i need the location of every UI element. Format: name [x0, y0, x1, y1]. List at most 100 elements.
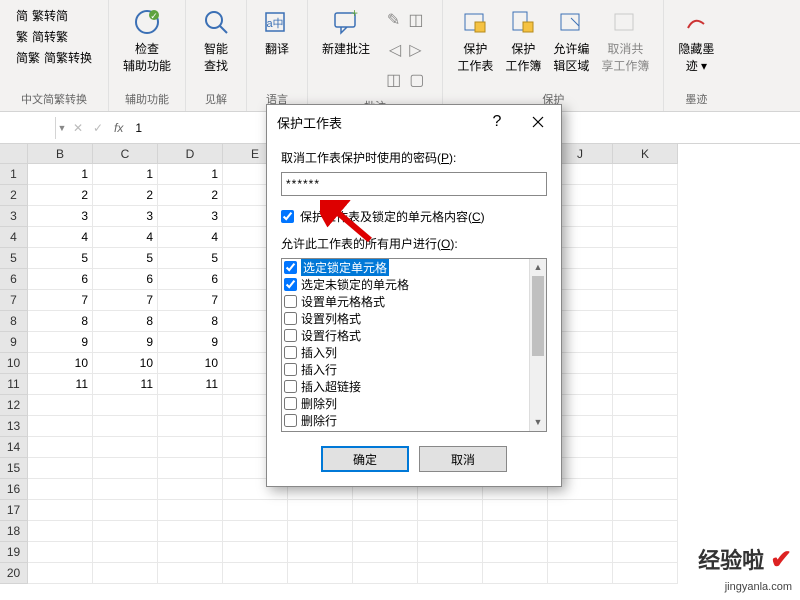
cell[interactable] [353, 563, 418, 584]
cell[interactable] [353, 542, 418, 563]
cmd-protect-sheet[interactable]: 保护工作表 [451, 4, 499, 76]
cell[interactable] [353, 521, 418, 542]
row-header[interactable]: 6 [0, 269, 27, 290]
cell[interactable] [613, 374, 678, 395]
permission-item[interactable]: 插入超链接 [282, 378, 529, 395]
cell[interactable] [613, 500, 678, 521]
cell[interactable] [613, 458, 678, 479]
permission-checkbox[interactable] [284, 414, 297, 427]
scroll-up-icon[interactable]: ▲ [530, 259, 546, 276]
cell[interactable]: 8 [158, 311, 223, 332]
row-header[interactable]: 9 [0, 332, 27, 353]
cell[interactable]: 10 [158, 353, 223, 374]
cell[interactable] [158, 500, 223, 521]
cmd-new-comment[interactable]: + 新建批注 [316, 4, 376, 59]
permission-checkbox[interactable] [284, 346, 297, 359]
row-header[interactable]: 14 [0, 437, 27, 458]
cancel-button[interactable]: 取消 [419, 446, 507, 472]
cell[interactable] [28, 458, 93, 479]
cell[interactable]: 2 [28, 185, 93, 206]
cell[interactable] [418, 542, 483, 563]
cell[interactable]: 5 [158, 248, 223, 269]
row-header[interactable]: 2 [0, 185, 27, 206]
cell[interactable] [613, 521, 678, 542]
permissions-list[interactable]: 选定锁定单元格选定未锁定的单元格设置单元格格式设置列格式设置行格式插入列插入行插… [281, 258, 547, 432]
cell[interactable] [28, 416, 93, 437]
cell[interactable]: 4 [158, 227, 223, 248]
cmd-simp-to-trad[interactable]: 繁简转繁 [14, 27, 70, 46]
cell[interactable] [613, 332, 678, 353]
permission-item[interactable]: 选定未锁定的单元格 [282, 276, 529, 293]
cell[interactable] [613, 185, 678, 206]
row-headers[interactable]: 1234567891011121314151617181920 [0, 164, 28, 584]
cell[interactable] [613, 227, 678, 248]
cell[interactable]: 9 [93, 332, 158, 353]
cell[interactable]: 6 [158, 269, 223, 290]
cell[interactable]: 7 [158, 290, 223, 311]
col-header[interactable]: B [28, 144, 93, 163]
row-header[interactable]: 11 [0, 374, 27, 395]
permission-item[interactable]: 删除行 [282, 412, 529, 429]
enter-formula-icon[interactable]: ✓ [88, 117, 108, 139]
cell[interactable] [288, 500, 353, 521]
cell[interactable] [483, 500, 548, 521]
cell[interactable]: 6 [93, 269, 158, 290]
cell[interactable]: 8 [28, 311, 93, 332]
cell[interactable]: 10 [93, 353, 158, 374]
cell[interactable]: 4 [93, 227, 158, 248]
cell[interactable] [613, 269, 678, 290]
cell[interactable]: 5 [28, 248, 93, 269]
scroll-thumb[interactable] [532, 276, 544, 356]
scroll-down-icon[interactable]: ▼ [530, 414, 546, 431]
row-header[interactable]: 10 [0, 353, 27, 374]
cell[interactable] [548, 521, 613, 542]
cell[interactable] [613, 164, 678, 185]
cmd-allow-edit-ranges[interactable]: 允许编辑区域 [547, 4, 595, 76]
cell[interactable] [483, 542, 548, 563]
permission-item[interactable]: 插入行 [282, 361, 529, 378]
cell[interactable] [158, 458, 223, 479]
cell[interactable]: 5 [93, 248, 158, 269]
row-header[interactable]: 13 [0, 416, 27, 437]
cell[interactable] [483, 521, 548, 542]
cell[interactable]: 11 [28, 374, 93, 395]
cell[interactable] [613, 290, 678, 311]
row-header[interactable]: 19 [0, 542, 27, 563]
row-header[interactable]: 1 [0, 164, 27, 185]
col-header[interactable]: C [93, 144, 158, 163]
cell[interactable] [613, 437, 678, 458]
cell[interactable] [28, 521, 93, 542]
password-input[interactable] [281, 172, 547, 196]
name-box[interactable] [0, 117, 56, 139]
row-header[interactable]: 15 [0, 458, 27, 479]
cell[interactable] [288, 542, 353, 563]
cell[interactable] [93, 521, 158, 542]
cell[interactable]: 1 [158, 164, 223, 185]
row-header[interactable]: 12 [0, 395, 27, 416]
cell[interactable]: 6 [28, 269, 93, 290]
cell[interactable] [28, 479, 93, 500]
cell[interactable]: 7 [28, 290, 93, 311]
permission-checkbox[interactable] [284, 261, 297, 274]
cell[interactable] [93, 395, 158, 416]
cell[interactable] [548, 563, 613, 584]
cell[interactable] [288, 563, 353, 584]
permission-checkbox[interactable] [284, 312, 297, 325]
row-header[interactable]: 8 [0, 311, 27, 332]
cell[interactable] [28, 395, 93, 416]
protect-contents-check[interactable] [281, 210, 294, 223]
cell[interactable]: 1 [93, 164, 158, 185]
cell[interactable] [158, 521, 223, 542]
permission-item[interactable]: 插入列 [282, 344, 529, 361]
permission-checkbox[interactable] [284, 363, 297, 376]
row-header[interactable]: 16 [0, 479, 27, 500]
cell[interactable] [28, 500, 93, 521]
select-all-corner[interactable] [0, 144, 28, 164]
cell[interactable] [93, 563, 158, 584]
dialog-titlebar[interactable]: 保护工作表 ? [267, 105, 561, 139]
cell[interactable]: 10 [28, 353, 93, 374]
permission-item[interactable]: 选定锁定单元格 [282, 259, 529, 276]
cell[interactable]: 3 [28, 206, 93, 227]
cell[interactable] [353, 500, 418, 521]
row-header[interactable]: 18 [0, 521, 27, 542]
